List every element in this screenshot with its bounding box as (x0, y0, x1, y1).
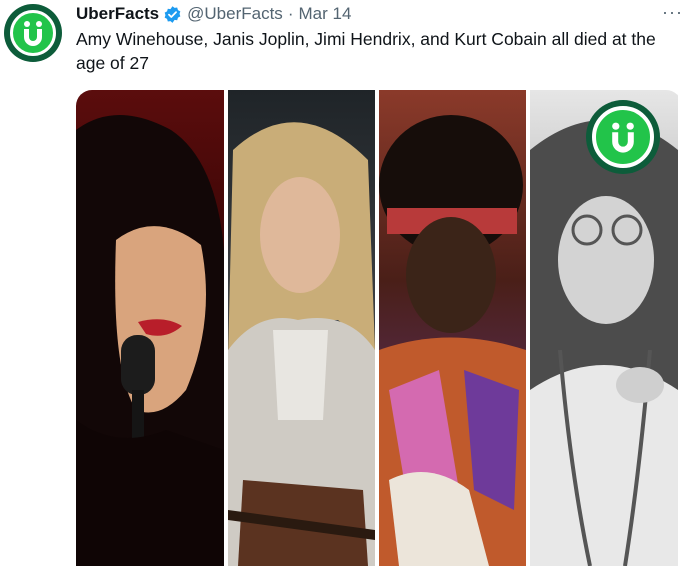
tweet-header: UberFacts @UberFacts · Mar 14 (76, 3, 683, 25)
handle[interactable]: @UberFacts (187, 4, 283, 24)
timestamp[interactable]: Mar 14 (298, 4, 351, 24)
jimi-hendrix-photo (379, 90, 526, 566)
avatar[interactable] (4, 4, 62, 62)
separator: · (287, 4, 294, 23)
kurt-cobain-photo (228, 90, 375, 566)
verified-badge-icon[interactable] (163, 5, 182, 24)
janis-joplin-photo (530, 90, 678, 566)
tweet-text: Amy Winehouse, Janis Joplin, Jimi Hendri… (76, 29, 656, 73)
display-name[interactable]: UberFacts (76, 4, 159, 24)
uberfacts-logo-icon (10, 10, 56, 56)
media-image[interactable] (76, 90, 682, 566)
more-options-icon[interactable]: ··· (662, 2, 683, 23)
uberfacts-watermark-icon (586, 100, 660, 174)
amy-winehouse-photo (76, 90, 224, 566)
